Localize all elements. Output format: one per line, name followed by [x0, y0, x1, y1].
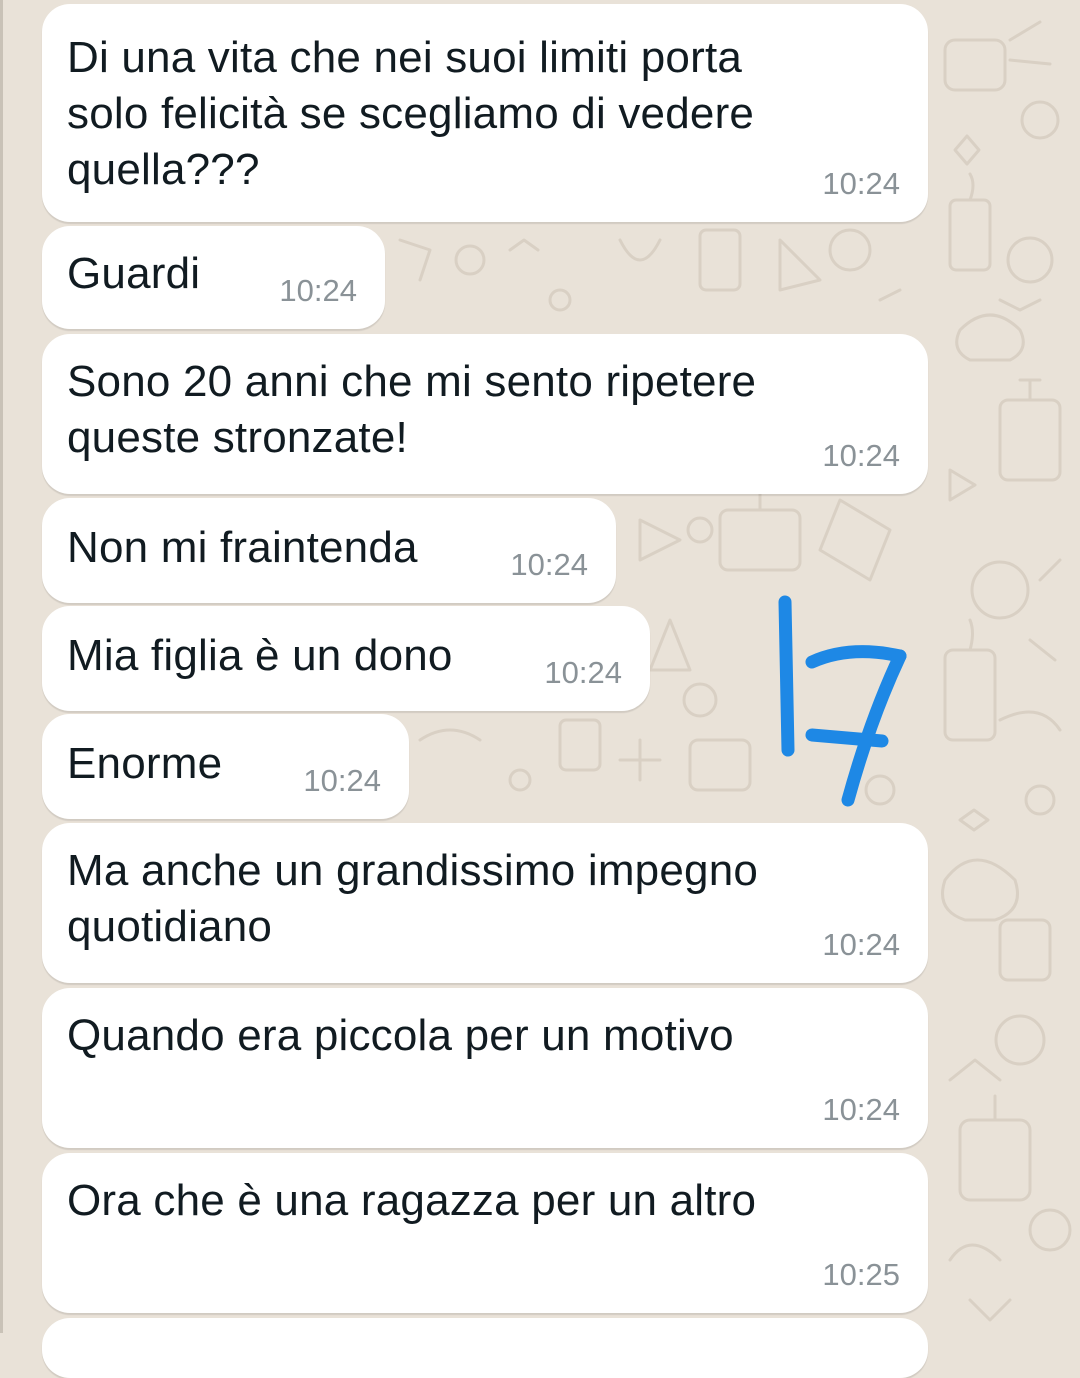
message-bubble-partial[interactable] [42, 1318, 928, 1378]
message-text: Enorme [67, 739, 223, 788]
message-text: Di una vita che nei suoi limiti porta so… [67, 33, 755, 194]
message-time: 10:25 [822, 1257, 900, 1292]
message-text: Mia figlia è un dono [67, 631, 453, 680]
message-text: Non mi fraintenda [67, 523, 418, 572]
handwritten-number-annotation [778, 595, 907, 807]
annotation-stroke-seven-bar [805, 728, 889, 748]
message-time: 10:24 [822, 927, 900, 962]
message-bubble[interactable]: Quando era piccola per un motivo 10:24 [42, 988, 928, 1148]
annotation-stroke-one [778, 595, 795, 757]
message-bubble[interactable]: Guardi 10:24 [42, 226, 385, 329]
message-text: Sono 20 anni che mi sento ripetere quest… [67, 357, 757, 462]
message-bubble[interactable]: Non mi fraintenda 10:24 [42, 498, 616, 603]
message-bubble[interactable]: Ma anche un grandissimo impegno quotidia… [42, 823, 928, 983]
message-bubble[interactable]: Ora che è una ragazza per un altro 10:25 [42, 1153, 928, 1313]
message-time: 10:24 [822, 1092, 900, 1127]
message-time: 10:24 [279, 273, 357, 308]
annotation-stroke-seven-diagonal [841, 649, 907, 807]
message-text: Guardi [67, 249, 201, 298]
message-time: 10:24 [822, 166, 900, 201]
message-bubble[interactable]: Sono 20 anni che mi sento ripetere quest… [42, 334, 928, 494]
message-text: Quando era piccola per un motivo [67, 1011, 734, 1060]
message-time: 10:24 [822, 438, 900, 473]
message-time: 10:24 [303, 763, 381, 798]
message-bubble[interactable]: Mia figlia è un dono 10:24 [42, 606, 650, 711]
annotation-stroke-seven-top [805, 645, 907, 669]
message-bubble[interactable]: Di una vita che nei suoi limiti porta so… [42, 4, 928, 222]
message-text: Ma anche un grandissimo impegno quotidia… [67, 846, 759, 951]
message-time: 10:24 [510, 547, 588, 582]
message-text: Ora che è una ragazza per un altro [67, 1176, 757, 1225]
message-bubble[interactable]: Enorme 10:24 [42, 714, 409, 819]
message-time: 10:24 [544, 655, 622, 690]
